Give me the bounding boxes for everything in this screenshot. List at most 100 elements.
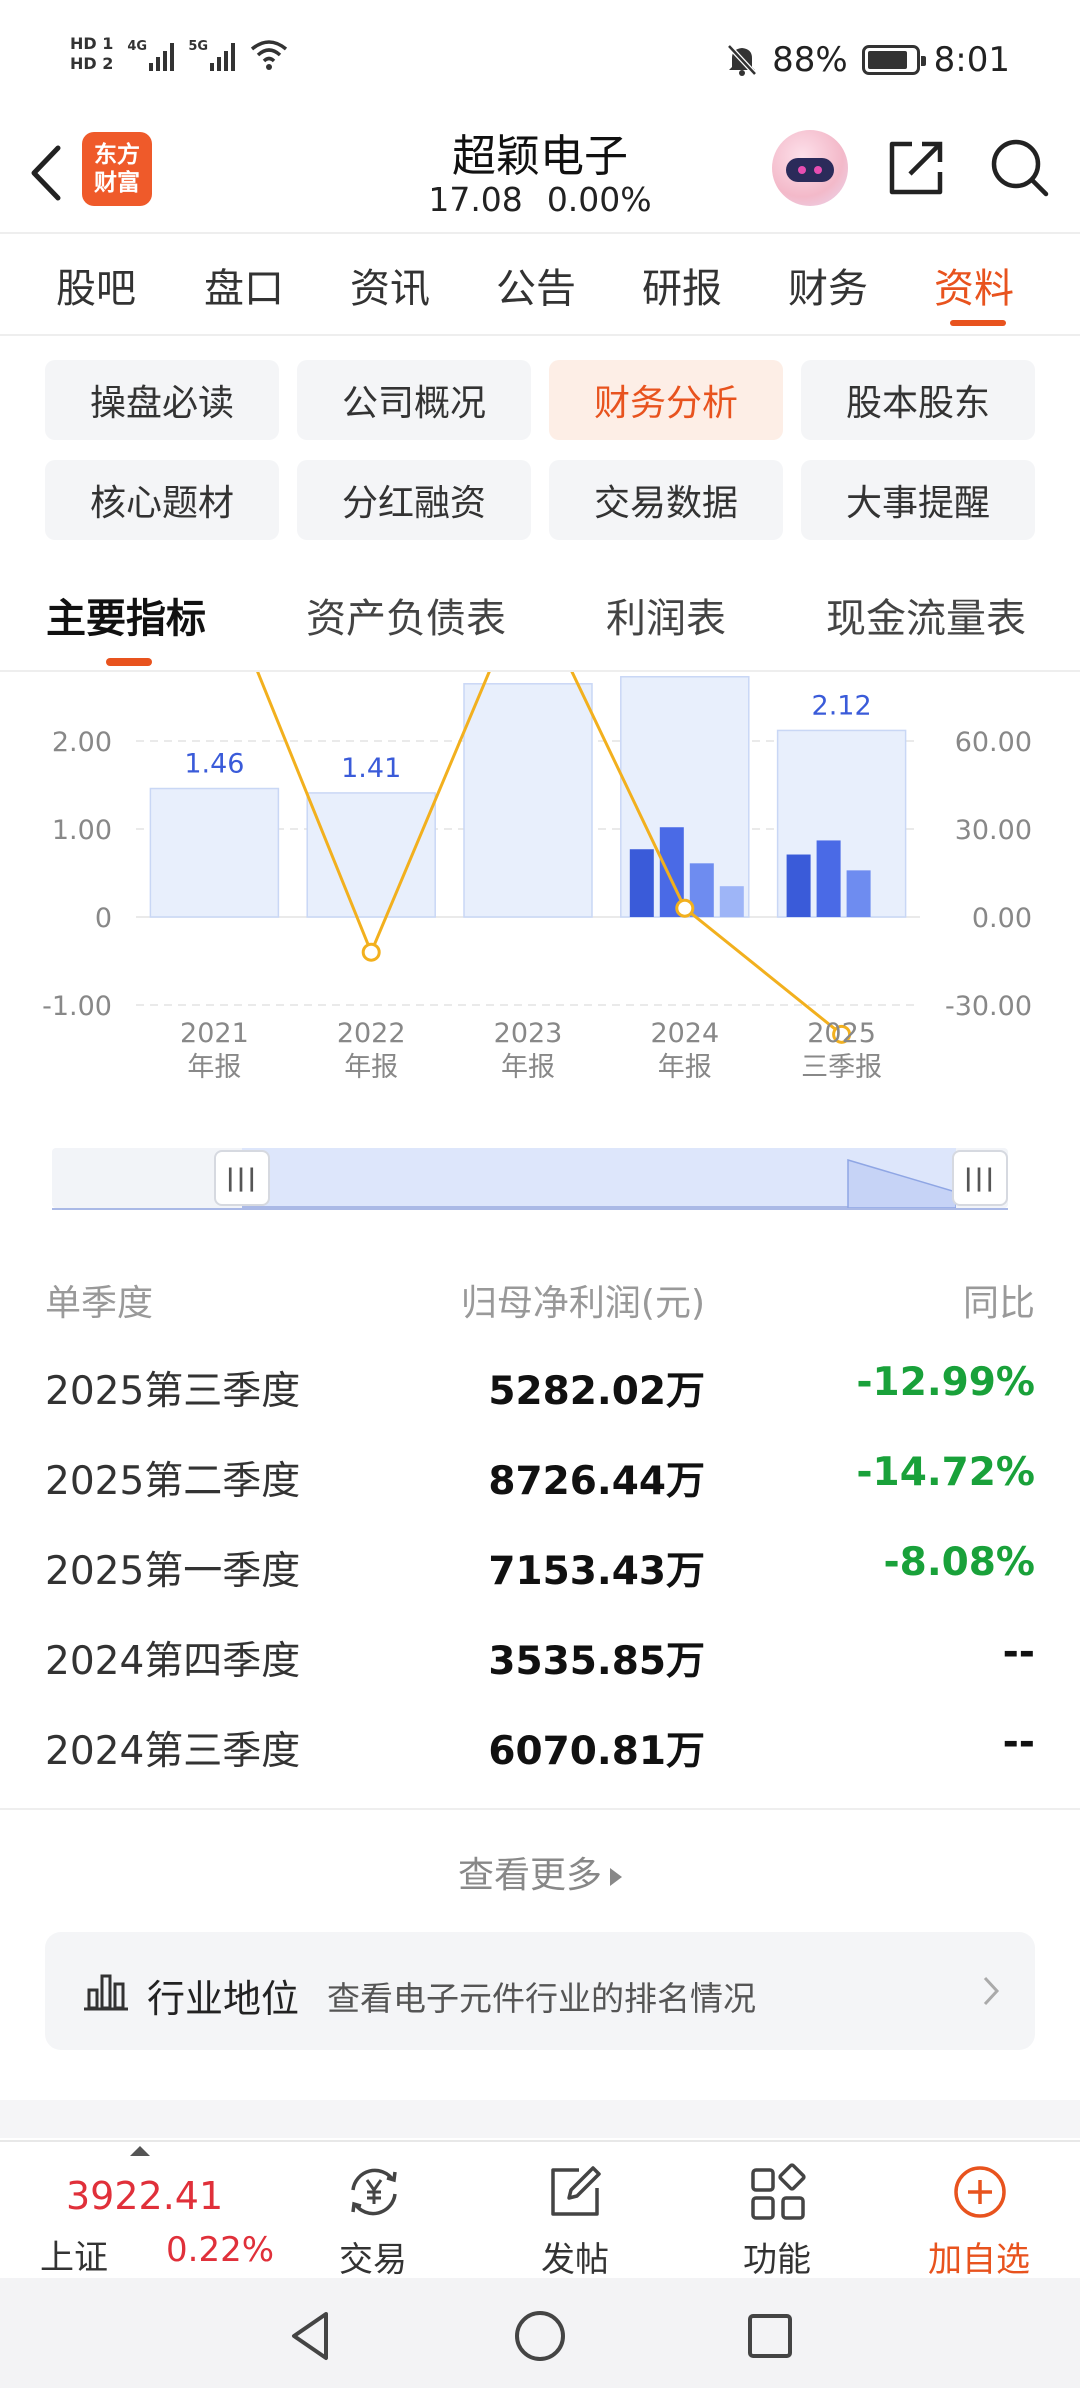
row-profit: 6070.81万 [488,1729,705,1774]
tab-research[interactable]: 研报 [642,256,722,314]
sub-btn-shareholders[interactable]: 股本股东 [801,360,1035,440]
sub-btn-company-overview[interactable]: 公司概况 [297,360,531,440]
tab-guba[interactable]: 股吧 [56,256,136,314]
tab-cash-flow[interactable]: 现金流量表 [826,586,1026,644]
right-tick-label: 60.00 [955,727,1032,758]
slider-handle-right[interactable]: ||| [952,1150,1008,1206]
industry-title: 行业地位 [147,1977,300,2021]
chart-svg: 2.00 1.00 0 -1.00 60.00 30.00 0.00 -30.00 1.46 1.… [42,672,1032,1083]
sub-btn-core-themes[interactable]: 核心题材 [45,460,279,540]
bar-chart-icon [84,1974,128,2011]
system-nav-bar [0,2278,1080,2388]
tab-news[interactable]: 资讯 [350,256,430,314]
annual-data-label: 1.46 [184,749,244,780]
nav-post-button[interactable]: 发帖 [500,2152,650,2280]
quarterly-bar [846,870,871,917]
quarterly-bar [786,854,811,917]
section-tabs: 主要指标 资产负债表 利润表 现金流量表 [0,560,1080,670]
row-profit: 7153.43万 [488,1549,705,1594]
quarterly-bar [719,886,744,917]
header-net-profit: 归母净利润(元) [460,1283,705,1324]
stock-header: 东方 财富 超颖电子 17.08 0.00% [0,120,1080,232]
category-label: 三季报 [801,1052,882,1083]
category-label: 年报 [501,1052,555,1083]
edit-icon [551,2166,601,2216]
annual-bar [463,683,593,918]
category-label: 2021 [180,1018,249,1049]
shanghai-index-ticker[interactable]: 3922.41 上证 0.22% [40,2146,300,2278]
system-recents-icon[interactable] [740,2306,800,2366]
hd-indicators: HD 1 HD 2 [70,36,113,72]
nav-functions-button[interactable]: 功能 [702,2152,852,2280]
industry-desc: 查看电子元件行业的排名情况 [327,1979,756,2018]
tab-pankou[interactable]: 盘口 [204,256,284,314]
slider-selected-range[interactable] [242,1148,956,1208]
left-tick-label: -1.00 [42,991,112,1022]
category-label: 年报 [344,1052,398,1083]
table-row[interactable]: 2025第二季度 8726.44万 -14.72% [45,1432,1035,1522]
tab-finance[interactable]: 财务 [788,256,868,314]
active-tab-indicator [950,320,1006,326]
status-right: 88% 8:01 [726,40,1010,80]
nav-trade-button[interactable]: 交易 [298,2152,448,2280]
battery-icon [861,45,926,75]
row-yoy: -8.08% [883,1540,1036,1585]
status-left: HD 1 HD 2 4G 5G [70,36,289,72]
category-label: 2023 [494,1018,563,1049]
signal-5g-icon: 5G [188,37,236,71]
slider-handle-left[interactable]: ||| [214,1150,270,1206]
view-more-link[interactable]: 查看更多 [0,1846,1080,1898]
sub-btn-trading-guide[interactable]: 操盘必读 [45,360,279,440]
search-icon[interactable] [986,134,1052,200]
nav-add-watchlist-button[interactable]: 加自选 [904,2152,1054,2280]
sub-btn-dividends[interactable]: 分红融资 [297,460,531,540]
table-row[interactable]: 2025第一季度 7153.43万 -8.08% [45,1522,1035,1612]
tab-balance-sheet[interactable]: 资产负债表 [306,586,506,644]
net2-label: 5G [188,39,209,54]
category-label: 年报 [658,1052,712,1083]
hd2-label: HD 2 [70,54,114,73]
share-icon[interactable] [884,134,950,200]
row-period: 2024第三季度 [45,1729,301,1774]
yoy-point [675,898,695,918]
category-label: 年报 [187,1052,241,1083]
slider-preview-icon [847,1158,956,1208]
plus-circle-icon [954,2166,1006,2218]
table-row[interactable]: 2025第三季度 5282.02万 -12.99% [45,1342,1035,1432]
industry-position-card[interactable]: 行业地位 查看电子元件行业的排名情况 [45,1932,1035,2050]
sub-btn-financial-analysis[interactable]: 财务分析 [549,360,783,440]
nav-add-watchlist-label: 加自选 [928,2240,1030,2280]
table-row[interactable]: 2024第三季度 6070.81万 -- [45,1702,1035,1792]
nav-trade-label: 交易 [339,2240,407,2280]
annual-bar [306,792,436,918]
header-yoy: 同比 [962,1283,1035,1324]
stock-price: 17.08 [428,180,523,219]
profit-chart: 2.00 1.00 0 -1.00 60.00 30.00 0.00 -30.00 1.46 1.… [0,672,1080,1102]
system-home-icon[interactable] [510,2306,570,2366]
clock: 8:01 [933,40,1010,80]
system-back-icon[interactable] [280,2306,340,2366]
row-yoy: -14.72% [856,1450,1035,1495]
right-tick-label: 0.00 [972,903,1032,934]
sub-btn-major-events[interactable]: 大事提醒 [801,460,1035,540]
row-period: 2025第一季度 [45,1549,301,1594]
table-row[interactable]: 2024第四季度 3535.85万 -- [45,1612,1035,1702]
section-separator [0,2100,1080,2138]
sub-btn-trading-data[interactable]: 交易数据 [549,460,783,540]
index-name: 上证 [40,2238,108,2278]
slider-baseline [52,1208,1008,1210]
tab-income-statement[interactable]: 利润表 [606,586,726,644]
ai-assistant-robot-icon[interactable] [772,130,848,206]
row-yoy: -- [1002,1720,1035,1765]
chart-range-slider[interactable]: ||| ||| [52,1148,1008,1210]
row-profit: 5282.02万 [488,1369,705,1414]
tab-announcements[interactable]: 公告 [496,256,576,314]
right-tick-label: 30.00 [955,815,1032,846]
tab-key-indicators[interactable]: 主要指标 [46,586,206,644]
tab-profile[interactable]: 资料 [934,256,1014,314]
row-profit: 3535.85万 [488,1639,705,1684]
wifi-icon [251,40,288,70]
left-tick-label: 2.00 [52,727,112,758]
annual-data-label: 2.12 [812,690,872,721]
stock-change: 0.00% [546,180,652,219]
